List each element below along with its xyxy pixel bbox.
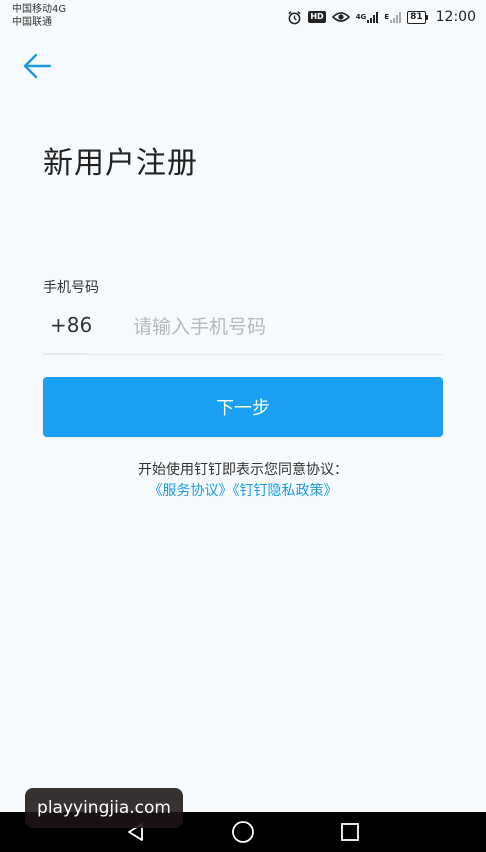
- network-e-label: E: [384, 13, 390, 21]
- nav-recents-button[interactable]: [320, 812, 380, 852]
- phone-field: +86: [43, 302, 443, 355]
- phone-input[interactable]: [133, 310, 433, 344]
- page-title: 新用户注册: [43, 146, 198, 181]
- carrier-secondary: 中国联通: [12, 17, 52, 28]
- network-4g-label: 4G: [355, 13, 367, 21]
- carrier-primary: 中国移动4G: [12, 4, 67, 15]
- signal-bars-secondary-icon: [390, 11, 402, 23]
- status-icons: HD 4G E 81 12:00: [287, 7, 476, 27]
- watermark: playyingjia.com: [25, 788, 183, 828]
- agreement-text: 开始使用钉钉即表示您同意协议：: [138, 462, 348, 478]
- phone-label: 手机号码: [43, 280, 99, 296]
- signal-4g-icon: 4G: [356, 9, 379, 25]
- status-bar: 中国移动4G 中国联通 HD 4G E 81 12:00: [0, 0, 486, 34]
- square-recents-icon: [341, 823, 359, 841]
- privacy-policy-link[interactable]: 《钉钉隐私政策》: [233, 483, 338, 499]
- service-agreement-link[interactable]: 《服务协议》: [149, 483, 233, 499]
- country-code-underline: [43, 353, 87, 354]
- eye-icon: [331, 9, 350, 25]
- status-time: 12:00: [435, 9, 476, 25]
- battery-icon: 81: [407, 10, 428, 24]
- hd-label: HD: [308, 11, 326, 23]
- back-button[interactable]: [18, 48, 58, 84]
- battery-level: 81: [407, 10, 426, 24]
- signal-e-icon: E: [384, 9, 402, 25]
- hd-icon: HD: [308, 9, 326, 25]
- signal-bars-icon: [367, 11, 379, 23]
- country-code-selector[interactable]: +86: [50, 313, 92, 337]
- carrier-info: 中国移动4G 中国联通: [12, 3, 66, 29]
- next-step-button[interactable]: 下一步: [43, 377, 443, 437]
- arrow-left-icon: [23, 53, 52, 79]
- nav-home-button[interactable]: [213, 812, 273, 852]
- circle-home-icon: [232, 821, 254, 843]
- agreement-links: 《服务协议》《钉钉隐私政策》: [0, 481, 486, 502]
- alarm-icon: [287, 9, 302, 25]
- agreement-notice: 开始使用钉钉即表示您同意协议： 《服务协议》《钉钉隐私政策》: [0, 460, 486, 502]
